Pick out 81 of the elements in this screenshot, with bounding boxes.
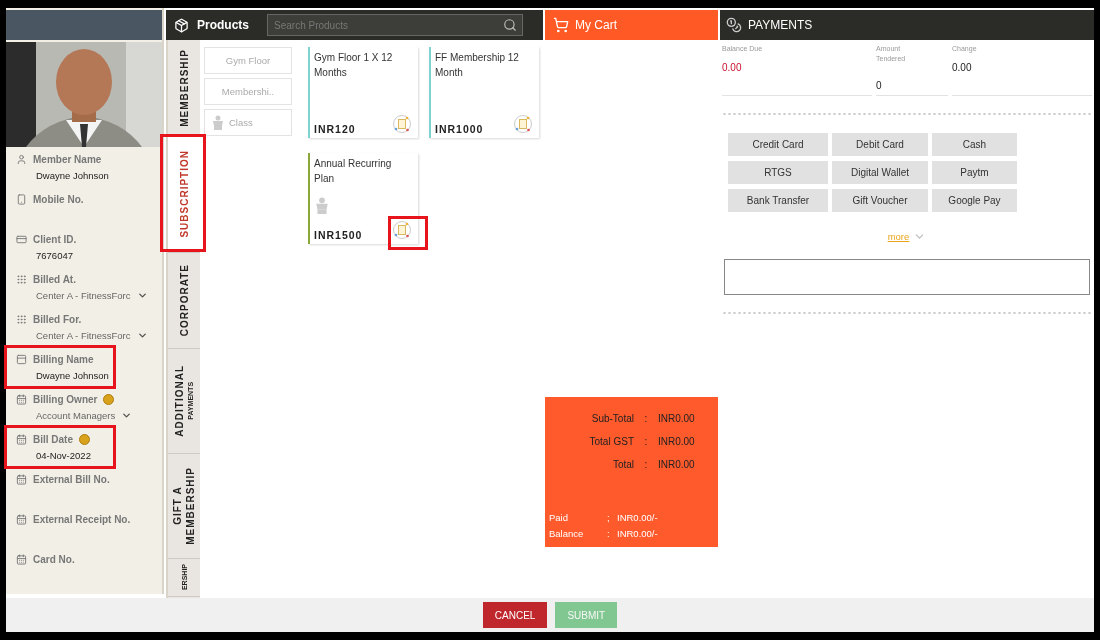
field-icon [16,193,27,205]
field-label: Member Name [33,153,102,165]
field-icon [16,153,27,165]
recurring-document-icon [392,220,412,240]
header-title: Products [197,18,249,32]
balance-label: Paid [549,512,569,523]
field-icon [16,513,27,525]
box-icon [174,17,189,33]
total-value: INR0.00 [658,413,696,426]
product-title: FF Membership 12 Month [435,51,520,80]
cart-icon [553,17,569,33]
product-price: INR120 [314,123,356,135]
product-card[interactable]: FF Membership 12 Month INR1000 [429,47,539,138]
search-field[interactable]: Search Products [267,14,523,36]
product-price: INR1000 [435,123,484,135]
select-value[interactable]: Center A - FitnessForc [36,329,131,341]
payment-method-button[interactable]: Gift Voucher [832,189,928,212]
field-label: Billed For. [33,313,82,325]
payment-method-button[interactable]: Debit Card [832,133,928,156]
select-value[interactable]: Center A - FitnessForc [36,289,131,301]
field-label: Mobile No. [33,193,84,205]
separator: : [643,413,649,426]
separator: ; [607,512,611,523]
separator: : [643,459,649,472]
field-label: Bill Date [33,433,73,445]
summary-value: 0.00 [952,62,973,73]
header-title: My Cart [575,18,617,32]
field-icon [16,433,27,445]
field-value: Dwayne Johnson [36,169,109,181]
field-label: Billed At. [33,273,76,285]
payment-method-button[interactable]: Credit Card [728,133,828,156]
balance-value: INR0.00/- [617,528,659,539]
payment-method-button[interactable]: Paytm [932,161,1017,184]
cancel-button[interactable]: CANCEL [482,602,548,628]
payment-method-button[interactable]: Cash [932,133,1017,156]
separator: : [643,436,649,449]
field-value: Dwayne Johnson [36,369,109,381]
payment-method-button[interactable]: Bank Transfer [728,189,828,212]
field-icon [16,273,27,285]
field-label: Card No. [33,553,75,565]
summary-value: 0 [876,80,883,91]
search-icon[interactable] [503,18,517,32]
total-label: Total GST [588,436,634,449]
field-icon [16,393,27,405]
field-icon [16,353,27,365]
note-field[interactable] [724,259,1090,295]
field-icon [16,473,27,485]
product-title: Gym Floor 1 X 12 Months [314,51,394,80]
total-value: INR0.00 [658,459,696,472]
product-card[interactable]: Annual Recurring Plan INR1500 [308,153,418,244]
separator: : [607,528,611,539]
balance-label: Balance [549,528,585,539]
recurring-document-icon [392,114,412,134]
figure-icon [211,114,225,131]
coins-icon [726,17,742,33]
product-card[interactable]: Gym Floor 1 X 12 Months INR120 [308,47,418,138]
field-label: External Receipt No. [33,513,131,525]
summary-value: 0.00 [722,62,743,73]
field-icon [16,233,27,245]
product-title: Annual Recurring Plan [314,157,393,186]
field-value: 7676047 [36,249,73,261]
payment-method-button[interactable]: RTGS [728,161,828,184]
field-icon [16,553,27,565]
payment-method-button[interactable]: Digital Wallet [832,161,928,184]
recurring-document-icon [513,114,533,134]
field-label: External Bill No. [33,473,110,485]
header-title: PAYMENTS [748,18,813,32]
total-value: INR0.00 [658,436,696,449]
field-value: 04-Nov-2022 [36,449,91,461]
total-label: Total [611,459,634,472]
field-icon [16,313,27,325]
total-label: Sub-Total [590,413,634,426]
figure-icon [314,196,330,216]
field-label: Client ID. [33,233,77,245]
product-price: INR1500 [314,229,363,241]
category-tab[interactable]: SUBSCRIPTION [168,136,200,253]
balance-value: INR0.00/- [617,512,659,523]
payment-method-button[interactable]: Google Pay [932,189,1017,212]
select-value[interactable]: Account Managers [36,409,116,421]
field-label: Billing Name [33,353,94,365]
field-label: Billing Owner [33,393,98,405]
